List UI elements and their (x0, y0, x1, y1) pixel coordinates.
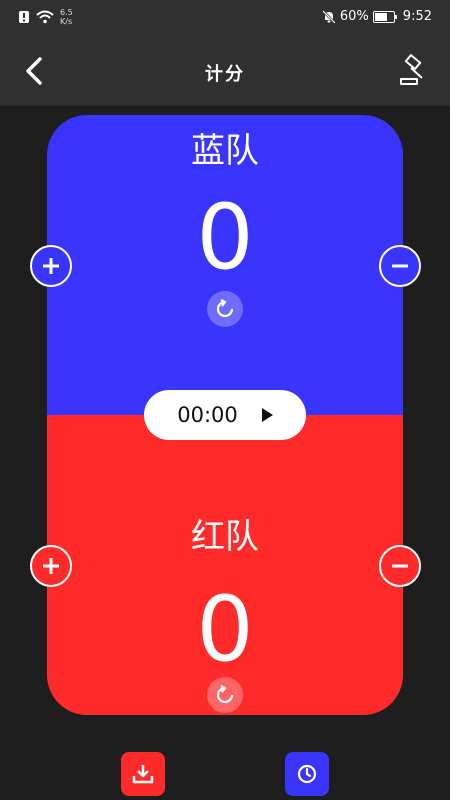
red-subtract-button[interactable] (379, 545, 421, 587)
download-icon (132, 765, 154, 784)
refresh-icon (216, 685, 234, 704)
minus-icon (392, 564, 408, 568)
minus-icon (392, 264, 408, 268)
timer-toggle[interactable]: 00:00 (144, 390, 306, 440)
status-left: 6.5 K/s (18, 8, 73, 26)
status-right: 60% 9:52 (322, 9, 432, 24)
page-title: 计分 (205, 64, 245, 85)
network-speed: 6.5 K/s (60, 8, 73, 26)
wifi-icon (36, 10, 54, 24)
blue-team-score: 0 (196, 185, 254, 290)
app-header: 计分 (0, 36, 450, 106)
notification-icon (19, 11, 29, 23)
play-icon (261, 408, 273, 422)
refresh-icon (216, 299, 234, 318)
red-add-button[interactable] (30, 545, 72, 587)
plus-icon (43, 558, 59, 574)
network-speed-value: 6.5 (60, 8, 73, 17)
network-speed-unit: K/s (60, 17, 73, 26)
blue-team-panel[interactable]: 蓝队 0 (47, 115, 403, 415)
red-team-name: 红队 (191, 517, 259, 557)
judge-button[interactable] (396, 54, 430, 88)
bell-muted-icon (322, 9, 336, 24)
blue-team-name: 蓝队 (191, 131, 259, 171)
history-button[interactable] (285, 752, 329, 796)
plus-icon (43, 258, 59, 274)
timer-display: 00:00 (177, 403, 238, 427)
blue-add-button[interactable] (30, 245, 72, 287)
blue-subtract-button[interactable] (379, 245, 421, 287)
red-team-score: 0 (196, 577, 254, 682)
blue-reset-button[interactable] (207, 291, 243, 327)
battery-icon (372, 10, 397, 23)
battery-percent: 60% (339, 9, 369, 24)
red-reset-button[interactable] (207, 677, 243, 713)
gavel-icon (400, 54, 423, 85)
clock-icon (297, 764, 317, 784)
red-team-panel[interactable]: 红队 0 (47, 415, 403, 715)
clock-time: 9:52 (402, 9, 432, 24)
save-button[interactable] (121, 752, 165, 796)
status-bar: 6.5 K/s 60% 9:52 (0, 0, 450, 36)
score-screen: 6.5 K/s 60% 9:52 计分 蓝队 0 红队 0 00:00 (0, 0, 450, 800)
